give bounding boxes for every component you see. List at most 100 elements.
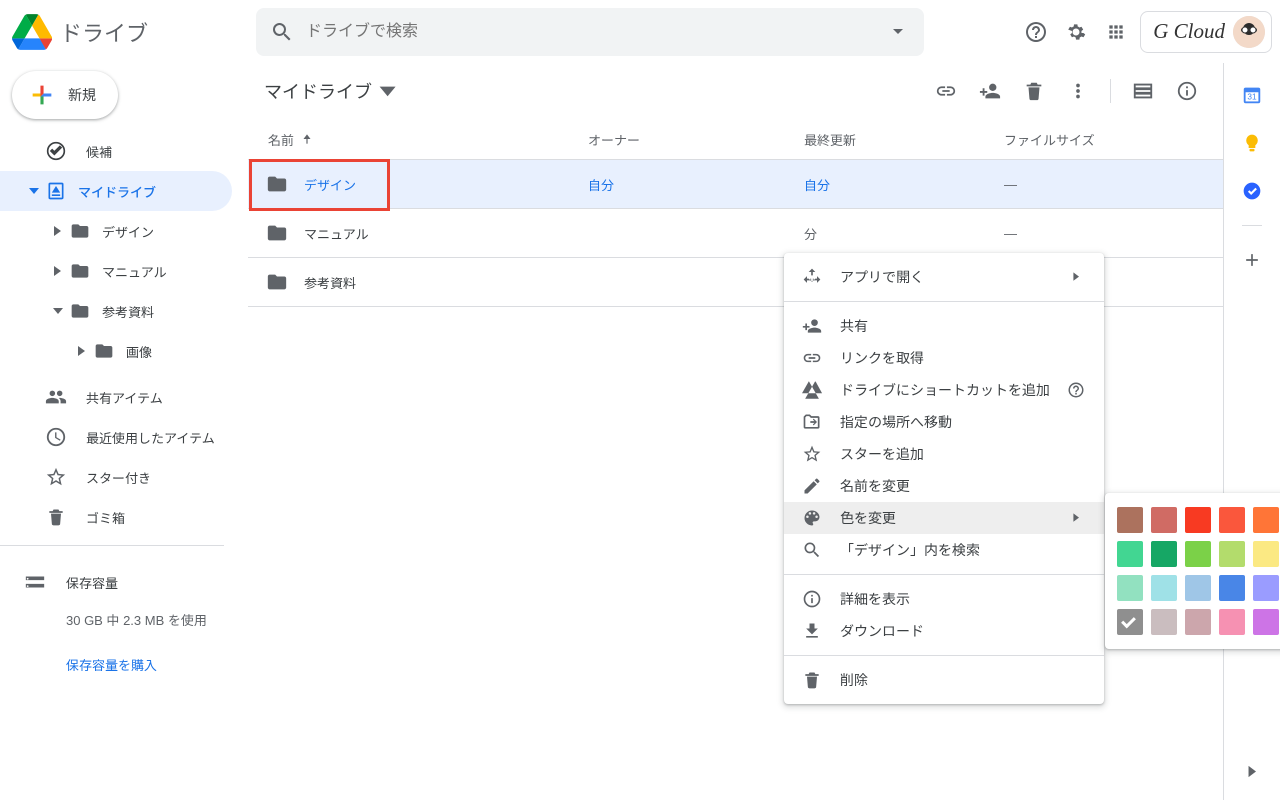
view-details-button[interactable] — [1167, 71, 1207, 111]
account-switcher[interactable]: G Cloud — [1140, 11, 1272, 53]
menu-add-star[interactable]: スターを追加 — [784, 438, 1104, 470]
color-swatch[interactable] — [1185, 507, 1211, 533]
sidebar-item-label: マイドライブ — [78, 182, 156, 201]
column-size[interactable]: ファイルサイズ — [1004, 130, 1215, 149]
sidebar-item-label: 参考資料 — [102, 302, 154, 321]
search-bar[interactable] — [256, 8, 924, 56]
folder-icon — [70, 221, 90, 241]
menu-get-link[interactable]: リンクを取得 — [784, 342, 1104, 374]
search-options-button[interactable] — [876, 10, 920, 54]
sidebar-item-label: 画像 — [126, 342, 152, 361]
menu-move-to[interactable]: 指定の場所へ移動 — [784, 406, 1104, 438]
sidebar-item-manual[interactable]: マニュアル — [0, 251, 232, 291]
cell-name: デザイン — [266, 173, 588, 195]
color-swatch[interactable] — [1117, 507, 1143, 533]
folder-icon — [94, 341, 114, 361]
table-row[interactable]: マニュアル分— — [248, 209, 1223, 258]
logo-area[interactable]: ドライブ — [12, 12, 248, 52]
menu-label: 詳細を表示 — [840, 589, 1088, 609]
color-swatch[interactable] — [1151, 541, 1177, 567]
cell-size: — — [1004, 177, 1215, 192]
product-name: ドライブ — [60, 16, 148, 48]
color-swatch[interactable] — [1253, 609, 1279, 635]
sidebar-item-storage[interactable]: 保存容量 — [24, 562, 224, 602]
search-input[interactable] — [304, 22, 876, 42]
remove-button[interactable] — [1014, 71, 1054, 111]
cell-name: 参考資料 — [266, 271, 588, 293]
color-swatch[interactable] — [1151, 507, 1177, 533]
keep-addon-button[interactable] — [1232, 123, 1272, 163]
search-icon[interactable] — [260, 10, 304, 54]
menu-label: 共有 — [840, 316, 1088, 336]
sidebar-item-mydrive[interactable]: マイドライブ — [0, 171, 232, 211]
menu-label: リンクを取得 — [840, 348, 1088, 368]
settings-button[interactable] — [1056, 12, 1096, 52]
sidebar-item-label: デザイン — [102, 222, 154, 241]
sidebar-item-recent[interactable]: 最近使用したアイテム — [0, 417, 232, 457]
menu-search-within[interactable]: 「デザイン」内を検索 — [784, 534, 1104, 566]
color-swatch[interactable] — [1219, 609, 1245, 635]
column-name[interactable]: 名前 — [268, 130, 588, 149]
calendar-icon: 31 — [1241, 84, 1263, 106]
color-swatch[interactable] — [1185, 609, 1211, 635]
color-swatch[interactable] — [1185, 541, 1211, 567]
support-button[interactable] — [1016, 12, 1056, 52]
folder-name: 参考資料 — [304, 273, 356, 292]
color-swatch[interactable] — [1151, 609, 1177, 635]
svg-text:31: 31 — [1247, 93, 1257, 102]
star-icon — [45, 466, 67, 488]
color-swatch[interactable] — [1117, 609, 1143, 635]
color-swatch[interactable] — [1151, 575, 1177, 601]
folder-name: デザイン — [304, 175, 356, 194]
tasks-addon-button[interactable] — [1232, 171, 1272, 211]
color-swatch[interactable] — [1117, 575, 1143, 601]
menu-open-with[interactable]: アプリで開く — [784, 261, 1104, 293]
color-swatch[interactable] — [1117, 541, 1143, 567]
color-swatch[interactable] — [1253, 507, 1279, 533]
menu-download[interactable]: ダウンロード — [784, 615, 1104, 647]
sidebar-item-shared[interactable]: 共有アイテム — [0, 377, 232, 417]
color-swatch[interactable] — [1253, 575, 1279, 601]
cell-modified: 分 — [804, 224, 1004, 243]
sidebar-item-design[interactable]: デザイン — [0, 211, 232, 251]
account-label: G Cloud — [1153, 19, 1225, 44]
get-link-button[interactable] — [926, 71, 966, 111]
buy-storage-link[interactable]: 保存容量を購入 — [66, 655, 224, 674]
menu-add-shortcut[interactable]: ドライブにショートカットを追加 — [784, 374, 1104, 406]
color-swatch[interactable] — [1219, 575, 1245, 601]
sidebar-item-label: スター付き — [86, 468, 151, 487]
apps-button[interactable] — [1096, 12, 1136, 52]
color-swatch[interactable] — [1253, 541, 1279, 567]
menu-label: アプリで開く — [840, 267, 1072, 287]
layout-toggle-button[interactable] — [1123, 71, 1163, 111]
sidebar-item-images[interactable]: 画像 — [0, 331, 232, 371]
column-modified[interactable]: 最終更新 — [804, 130, 1004, 149]
color-swatch[interactable] — [1219, 541, 1245, 567]
content-area: マイドライブ 名前 オーナー 最終更新 ファイルサイズ デザ — [248, 63, 1223, 800]
menu-view-details[interactable]: 詳細を表示 — [784, 583, 1104, 615]
table-row[interactable]: デザイン自分自分— — [248, 160, 1223, 209]
storage-usage: 30 GB 中 2.3 MB を使用 — [66, 610, 224, 629]
menu-share[interactable]: 共有 — [784, 310, 1104, 342]
menu-rename[interactable]: 名前を変更 — [784, 470, 1104, 502]
new-button[interactable]: 新規 — [12, 71, 118, 119]
sidebar-item-trash[interactable]: ゴミ箱 — [0, 497, 232, 537]
breadcrumb[interactable]: マイドライブ — [260, 72, 400, 110]
color-swatch[interactable] — [1185, 575, 1211, 601]
sidebar-item-starred[interactable]: スター付き — [0, 457, 232, 497]
sort-asc-icon — [300, 132, 314, 146]
hide-side-panel-button[interactable] — [1232, 752, 1272, 792]
people-icon — [45, 386, 67, 408]
menu-label: スターを追加 — [840, 444, 1088, 464]
get-addons-button[interactable] — [1232, 240, 1272, 280]
more-actions-button[interactable] — [1058, 71, 1098, 111]
menu-change-color[interactable]: 色を変更 — [784, 502, 1104, 534]
share-button[interactable] — [970, 71, 1010, 111]
color-swatch[interactable] — [1219, 507, 1245, 533]
menu-remove[interactable]: 削除 — [784, 664, 1104, 696]
column-owner[interactable]: オーナー — [588, 130, 804, 149]
color-palette — [1105, 493, 1280, 649]
sidebar-item-priority[interactable]: 候補 — [0, 131, 232, 171]
sidebar-item-reference[interactable]: 参考資料 — [0, 291, 232, 331]
calendar-addon-button[interactable]: 31 — [1232, 75, 1272, 115]
